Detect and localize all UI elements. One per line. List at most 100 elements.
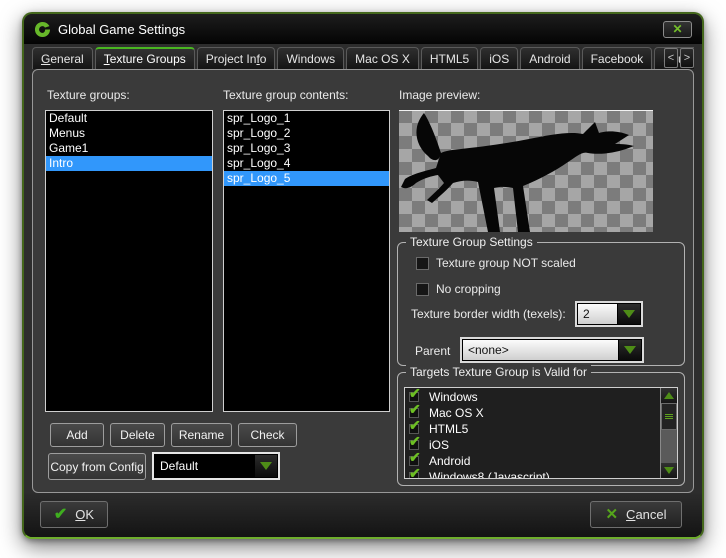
target-item[interactable]: ✔ HTML5 [405, 421, 660, 437]
target-label: Mac OS X [429, 406, 484, 420]
no-cropping-label: No cropping [436, 282, 501, 296]
ok-label: OK [75, 507, 94, 522]
tab-scroll-right-button[interactable]: > [680, 48, 694, 68]
footer: ✔ OK ✕ Cancel [24, 493, 702, 537]
target-label: Android [429, 454, 470, 468]
check-button[interactable]: Check [238, 423, 297, 447]
copy-from-config-button[interactable]: Copy from Config [48, 453, 146, 480]
parent-dropdown[interactable]: <none> [462, 339, 642, 361]
target-item[interactable]: ✔ Windows8 (Javascript) [405, 469, 660, 478]
gamemaker-logo-icon [34, 21, 51, 38]
close-button[interactable]: ✕ [663, 21, 692, 38]
tab-android[interactable]: Android [520, 47, 579, 69]
tab-scroll-buttons: < > [664, 48, 694, 68]
parent-value: <none> [463, 340, 618, 360]
config-drop-button[interactable] [254, 455, 277, 477]
tab-strip: GeneralTexture GroupsProject InfoWindows… [32, 44, 694, 69]
ok-button[interactable]: ✔ OK [40, 501, 108, 528]
ok-check-icon: ✔ [54, 507, 67, 523]
targets-scrollbar[interactable] [660, 388, 677, 478]
targets-list[interactable]: ✔ Windows ✔ Mac OS X ✔ HTML5 ✔ iOS ✔ Android ✔ Wind… [404, 387, 678, 479]
contents-item[interactable]: spr_Logo_5 [224, 171, 389, 186]
scroll-down-button[interactable] [661, 463, 677, 478]
check-icon: ✔ [409, 434, 421, 448]
target-item[interactable]: ✔ Windows [405, 389, 660, 405]
scroll-up-button[interactable] [661, 388, 677, 403]
cancel-x-icon: ✕ [605, 507, 618, 522]
target-label: Windows [429, 390, 478, 404]
tab-project-info[interactable]: Project Info [197, 47, 276, 69]
parent-drop-button[interactable] [618, 340, 641, 360]
contents-list[interactable]: spr_Logo_1spr_Logo_2spr_Logo_3spr_Logo_4… [223, 110, 390, 412]
window-title: Global Game Settings [58, 22, 185, 37]
targets-groupbox: Targets Texture Group is Valid for ✔Wind… [397, 372, 685, 486]
config-value: Default [155, 455, 254, 477]
tab-facebook[interactable]: Facebook [582, 47, 653, 69]
config-dropdown[interactable]: Default [154, 454, 278, 478]
tab-ios[interactable]: iOS [480, 47, 518, 69]
check-icon: ✔ [409, 450, 421, 464]
scrollbar-thumb[interactable] [661, 403, 677, 430]
target-item[interactable]: ✔ Android [405, 453, 660, 469]
no-cropping-checkbox[interactable] [416, 283, 429, 296]
tab-mac-os-x[interactable]: Mac OS X [346, 47, 419, 69]
texture-groups-list[interactable]: DefaultMenusGame1Intro [45, 110, 213, 412]
rename-button[interactable]: Rename [171, 423, 232, 447]
cancel-button[interactable]: ✕ Cancel [590, 501, 682, 528]
close-icon: ✕ [672, 23, 682, 35]
wolf-silhouette-image [399, 110, 653, 232]
target-item[interactable]: ✔ Mac OS X [405, 405, 660, 421]
thumb-grip-icon [665, 416, 673, 417]
texture-group-item[interactable]: Game1 [46, 141, 212, 156]
border-width-label: Texture border width (texels): [411, 307, 566, 321]
add-button[interactable]: Add [50, 423, 104, 447]
titlebar[interactable]: Global Game Settings ✕ [24, 14, 702, 44]
target-label: iOS [429, 438, 449, 452]
contents-item[interactable]: spr_Logo_4 [224, 156, 389, 171]
chevron-right-icon: > [684, 52, 690, 64]
border-width-value: 2 [578, 304, 617, 324]
tab-texture-groups[interactable]: Texture Groups [95, 47, 195, 69]
chevron-down-icon [260, 462, 272, 470]
tab-html5[interactable]: HTML5 [421, 47, 478, 69]
tab-general[interactable]: General [32, 47, 93, 69]
targets-legend: Targets Texture Group is Valid for [406, 365, 591, 379]
check-icon: ✔ [409, 388, 421, 400]
not-scaled-checkbox[interactable] [416, 257, 429, 270]
image-preview [399, 110, 653, 232]
target-checkbox[interactable]: ✔ [409, 471, 425, 479]
chevron-left-icon: < [668, 52, 674, 64]
global-game-settings-window: Global Game Settings ✕ GeneralTexture Gr… [22, 12, 704, 539]
texture-groups-label: Texture groups: [47, 88, 130, 102]
image-preview-label: Image preview: [399, 88, 480, 102]
texture-group-item[interactable]: Intro [46, 156, 212, 171]
thumb-grip-icon [665, 418, 673, 419]
delete-button[interactable]: Delete [110, 423, 165, 447]
texture-groups-panel: Texture groups: DefaultMenusGame1Intro T… [32, 69, 694, 493]
texture-group-item[interactable]: Default [46, 111, 212, 126]
scrollbar-track[interactable] [661, 430, 677, 463]
contents-item[interactable]: spr_Logo_2 [224, 126, 389, 141]
chevron-down-icon [623, 310, 635, 318]
check-icon: ✔ [409, 402, 421, 416]
tab-windows[interactable]: Windows [277, 47, 344, 69]
cancel-label: Cancel [626, 507, 666, 522]
contents-label: Texture group contents: [223, 88, 348, 102]
target-label: HTML5 [429, 422, 468, 436]
check-icon: ✔ [409, 418, 421, 432]
arrow-down-icon [664, 467, 674, 474]
texture-group-settings-groupbox: Texture Group Settings Texture group NOT… [397, 242, 685, 366]
target-item[interactable]: ✔ iOS [405, 437, 660, 453]
check-icon: ✔ [409, 466, 421, 479]
target-label: Windows8 (Javascript) [429, 470, 550, 478]
border-width-dropdown[interactable]: 2 [577, 303, 641, 325]
texture-group-item[interactable]: Menus [46, 126, 212, 141]
tab-scroll-left-button[interactable]: < [664, 48, 678, 68]
contents-item[interactable]: spr_Logo_3 [224, 141, 389, 156]
thumb-grip-icon [665, 414, 673, 415]
targets-items: ✔ Windows ✔ Mac OS X ✔ HTML5 ✔ iOS ✔ Android ✔ Wind… [405, 388, 660, 478]
settings-legend: Texture Group Settings [406, 235, 537, 249]
border-width-drop-button[interactable] [617, 304, 640, 324]
contents-item[interactable]: spr_Logo_1 [224, 111, 389, 126]
arrow-up-icon [664, 392, 674, 399]
